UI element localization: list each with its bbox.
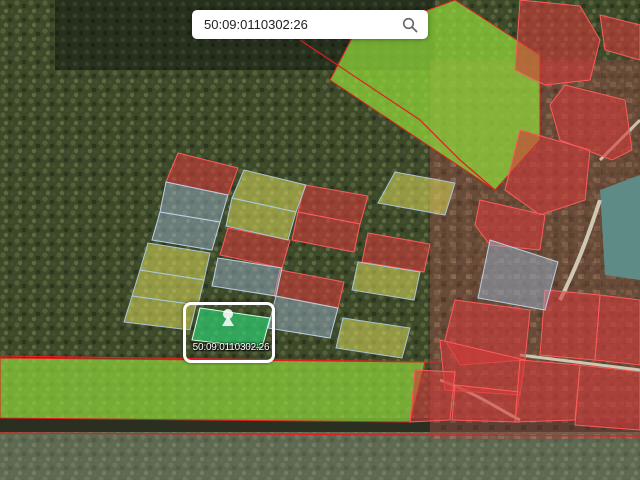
search-bar[interactable] bbox=[192, 10, 428, 39]
cadastral-map[interactable]: 50:09:0110302:26 bbox=[0, 0, 640, 480]
satellite-imagery bbox=[0, 0, 640, 480]
selected-parcel-frame[interactable] bbox=[183, 302, 275, 363]
search-icon[interactable] bbox=[402, 17, 418, 33]
search-input[interactable] bbox=[204, 10, 402, 39]
parcel-label: 50:09:0110302:26 bbox=[192, 342, 270, 353]
